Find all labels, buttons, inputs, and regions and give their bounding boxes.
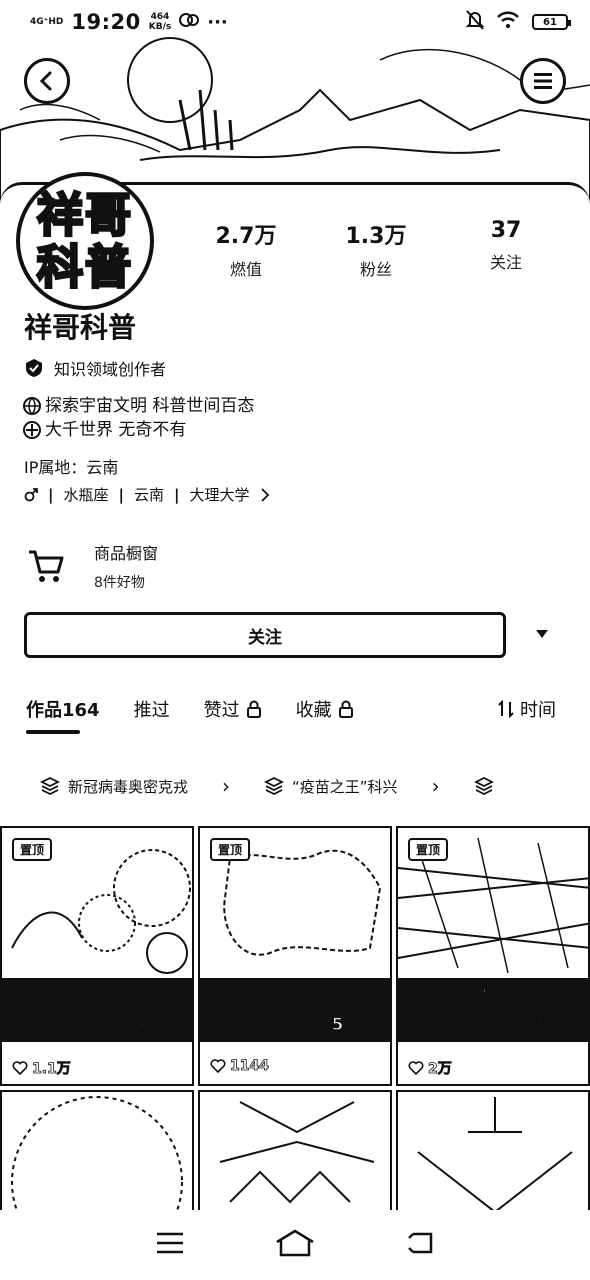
battery-indicator: 61 [532,14,571,30]
arrow-left-icon [39,71,52,91]
avatar[interactable]: 祥哥科普 [16,172,154,310]
tag-zodiac: 水瓶座 [63,486,109,504]
layers-icon [473,776,494,796]
home-icon [276,1229,314,1257]
stat-heat[interactable]: 2.7万 燃值 [186,218,306,280]
stat-value: 1.3万 [345,224,407,249]
video-thumbnail [11,1096,183,1211]
heart-icon [12,1061,28,1075]
video-thumbnail [417,1097,573,1211]
tab-works[interactable]: 作品164 [26,696,100,734]
video-caption: 奥密克戎 比新冠传染强5倍 [200,978,390,1042]
stat-following[interactable]: 37 关注 [446,218,566,280]
ip-location: IP属地：云南 [24,458,119,477]
pinned-badge: 置顶 [12,838,53,861]
video-tile[interactable] [396,1090,590,1211]
more-menu-button[interactable] [520,58,566,104]
product-showcase[interactable]: 商品橱窗 8件好物 [26,540,158,592]
system-navigation-bar [0,1210,590,1280]
network-speed: 464 KB/s [148,12,172,32]
chevron-right-icon [260,487,269,502]
back-icon [408,1232,433,1254]
badge-label: 知识领域创作者 [54,360,167,379]
more-notifications-icon: ··· [207,11,228,33]
like-count: 1.1万 [12,1058,71,1078]
collection-strip: 新冠病毒奥密克戎 › “疫苗之王”科兴 › [40,774,590,798]
collection-item-partial[interactable] [473,776,494,796]
showcase-subtitle: 8件好物 [94,575,145,591]
video-thumbnail [219,1101,375,1204]
avatar-text: 祥哥科普 [36,188,133,295]
tag-region: 云南 [133,486,164,504]
profile-tags[interactable]: | 水瓶座 | 云南 | 大理大学 [24,484,270,505]
chevron-right-icon: › [222,774,231,798]
layers-icon [40,776,60,796]
male-icon [24,487,38,501]
stat-label: 关注 [489,253,522,272]
lock-icon [338,700,353,718]
app-notification-icon [179,11,200,33]
sort-by-time-button[interactable]: 时间 [498,696,556,722]
stat-value: 37 [490,218,522,243]
back-button[interactable] [24,58,70,104]
wifi-icon [496,11,520,33]
profile-bio: 探索宇宙文明 科普世间百态 大千世界 无奇不有 [22,394,254,442]
lock-icon [246,700,261,718]
video-caption: 这些危险的玩具 千万别让孩子碰 [2,978,192,1042]
globe-icon [23,397,41,416]
tag-school: 大理大学 [189,486,250,504]
video-tile[interactable] [0,1090,194,1211]
caret-down-icon [536,630,548,638]
video-tile[interactable]: 置顶 这些危险的玩具 千万别让孩子碰 1.1万 [0,826,194,1086]
video-tile[interactable]: 置顶 被中国人吃到快要 灭绝的外来物种 2万 [396,826,590,1086]
profile-name: 祥哥科普 [24,311,137,344]
heart-icon [210,1059,226,1073]
stat-label: 燃值 [229,260,262,279]
menu-icon [534,73,552,89]
tab-recommended[interactable]: 推过 [134,696,170,722]
verified-badge-icon [26,359,42,377]
pinned-badge: 置顶 [408,838,449,861]
stat-value: 2.7万 [215,224,277,249]
mute-icon [465,10,485,34]
bio-line-1: 探索宇宙文明 科普世间百态 [45,396,255,416]
video-caption: 被中国人吃到快要 灭绝的外来物种 [398,978,588,1042]
layers-icon [264,776,285,796]
system-back-button[interactable] [405,1230,435,1260]
clock: 19:20 [71,10,141,34]
chevron-right-icon: › [431,774,440,798]
home-button[interactable] [275,1228,315,1262]
recent-apps-button[interactable] [155,1231,185,1259]
menu-icon [157,1232,183,1254]
heart-icon [408,1061,424,1075]
like-count: 1144 [210,1058,269,1074]
video-tile[interactable] [198,1090,392,1211]
sort-icon [498,700,514,718]
follow-options-button[interactable] [530,622,554,646]
follow-button[interactable]: 关注 [24,612,506,658]
video-grid: 置顶 这些危险的玩具 千万别让孩子碰 1.1万 置顶 奥密克戎 比新冠传染强5倍 1… [0,826,590,1211]
collection-item[interactable]: 新冠病毒奥密克戎 [40,776,188,797]
shopping-cart-icon [29,550,64,582]
showcase-title: 商品橱窗 [94,544,159,563]
tab-favorites[interactable]: 收藏 [296,696,354,722]
sparkle-icon [23,421,41,439]
tab-liked[interactable]: 赞过 [204,696,262,722]
pinned-badge: 置顶 [210,838,251,861]
network-indicator: 4G⁺HD [30,16,64,27]
bio-line-2: 大千世界 无奇不有 [45,420,187,440]
collection-item[interactable]: “疫苗之王”科兴 [264,776,398,797]
profile-stats: 2.7万 燃值 1.3万 粉丝 37 关注 [186,218,576,280]
stat-label: 粉丝 [359,260,392,279]
status-bar: 4G⁺HD 19:20 464 KB/s ··· 61 [0,0,590,44]
creator-badge[interactable]: 知识领域创作者 [24,356,166,380]
stat-followers[interactable]: 1.3万 粉丝 [316,218,436,280]
like-count: 2万 [408,1058,452,1078]
video-tile[interactable]: 置顶 奥密克戎 比新冠传染强5倍 1144 [198,826,392,1086]
content-tabs: 作品164 推过 赞过 收藏 时间 [26,696,576,734]
